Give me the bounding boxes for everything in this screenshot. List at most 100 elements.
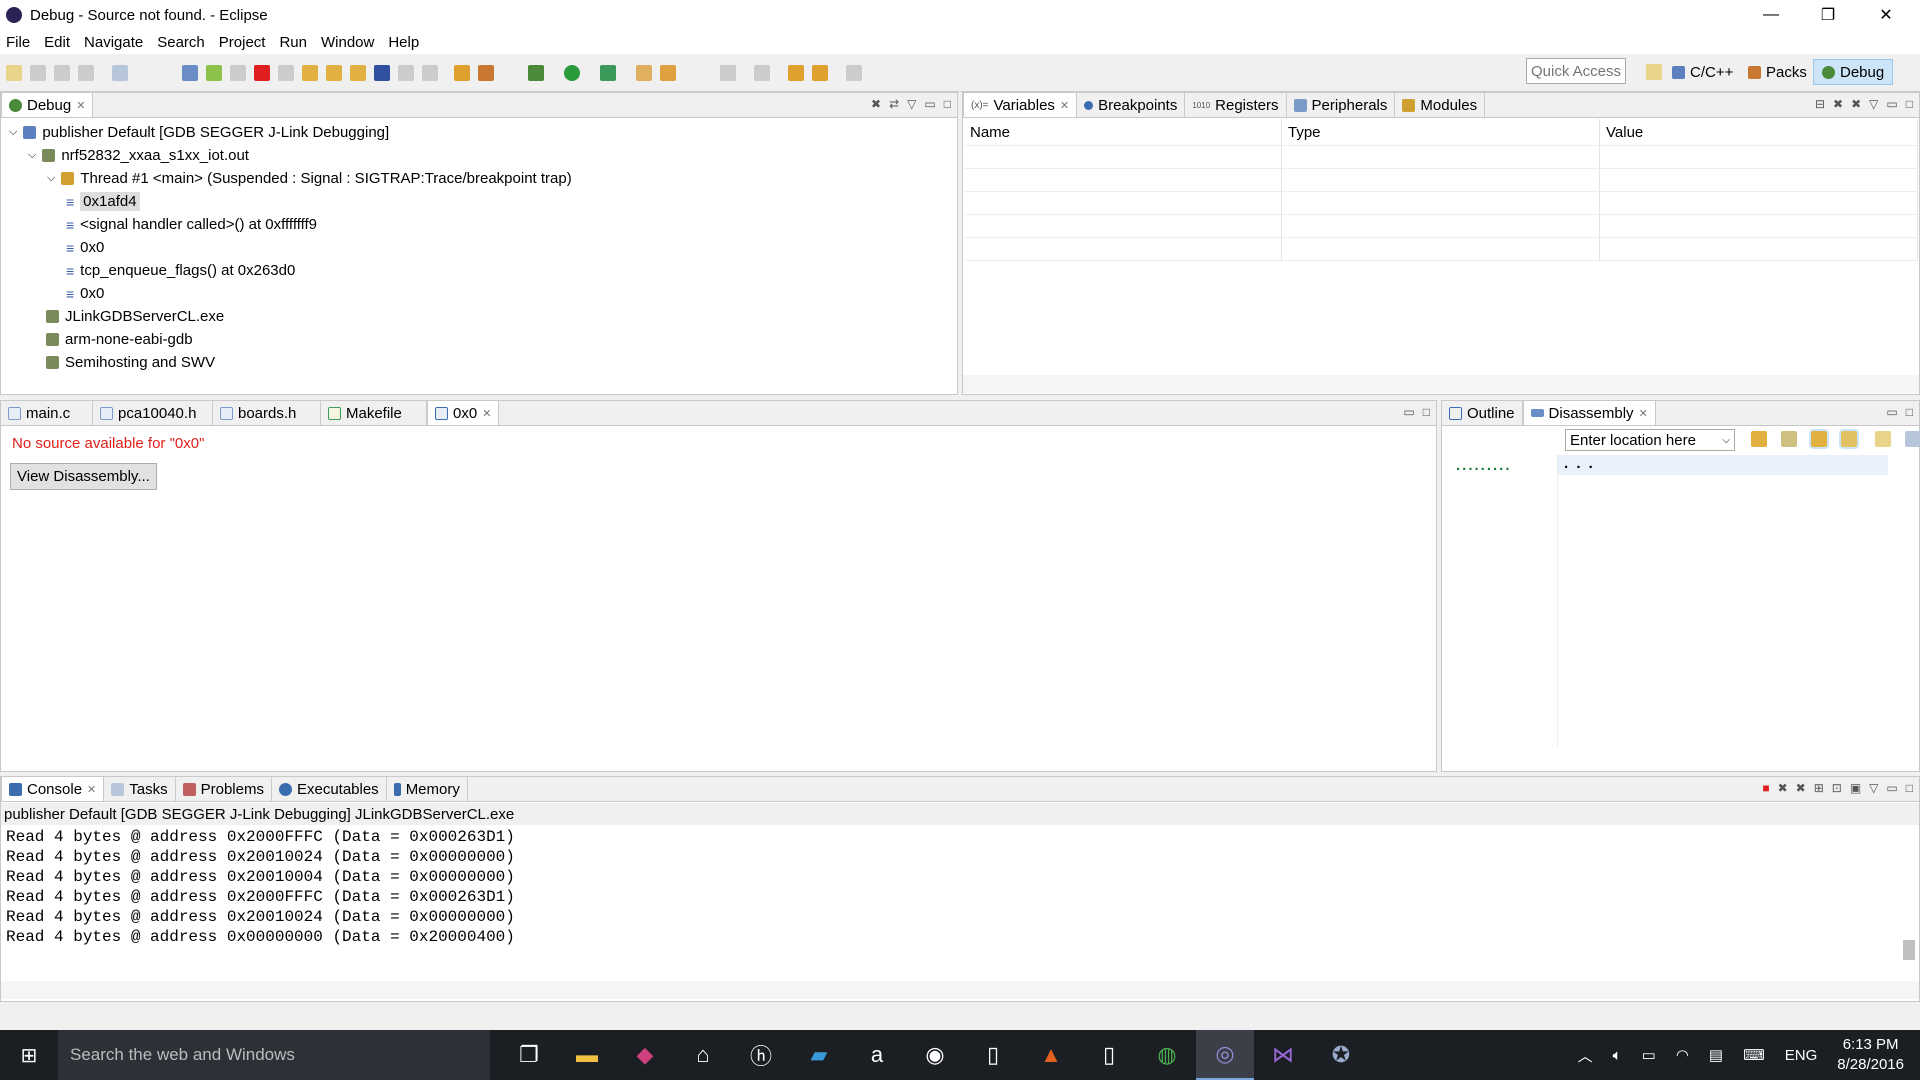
tree-item[interactable]: JLinkGDBServerCL.exe: [28, 305, 224, 328]
new-icon[interactable]: [6, 64, 22, 81]
collapse-all-icon[interactable]: ⊟: [1815, 97, 1825, 111]
tab-breakpoints[interactable]: Breakpoints: [1077, 93, 1186, 117]
tab-peripherals[interactable]: Peripherals: [1287, 93, 1396, 117]
tab-0x0[interactable]: 0x0 ✕: [427, 400, 500, 425]
paint-app-icon[interactable]: ◆: [616, 1030, 674, 1080]
perspective-packs[interactable]: Packs: [1748, 60, 1807, 84]
packs-icon[interactable]: [478, 64, 494, 81]
menu-edit[interactable]: Edit: [44, 34, 70, 51]
prev-annotation-icon[interactable]: [754, 64, 770, 81]
tab-pca10040-h[interactable]: pca10040.h: [93, 401, 213, 425]
minimize-view-icon[interactable]: ▭: [924, 97, 935, 111]
minimize-view-icon[interactable]: ▭: [1886, 781, 1897, 795]
skip-breakpoints-icon[interactable]: [182, 64, 198, 81]
tree-item[interactable]: ≡ 0x0: [66, 236, 104, 259]
suspend-icon[interactable]: [230, 64, 246, 81]
binary-icon[interactable]: [112, 64, 128, 81]
open-folder-icon[interactable]: [636, 64, 652, 81]
maximize-view-icon[interactable]: □: [1906, 781, 1913, 795]
tree-item[interactable]: Semihosting and SWV: [28, 351, 215, 374]
taskbar-search[interactable]: Search the web and Windows: [58, 1030, 490, 1080]
remove-all-icon[interactable]: ✖: [1851, 97, 1861, 111]
menu-navigate[interactable]: Navigate: [84, 34, 143, 51]
tab-tasks[interactable]: Tasks: [104, 777, 176, 801]
home-icon[interactable]: [1781, 431, 1797, 447]
minimize-button[interactable]: —: [1743, 0, 1799, 30]
disconnect-icon[interactable]: [278, 64, 294, 81]
back-icon[interactable]: [812, 64, 828, 81]
tree-item[interactable]: ≡ 0x1afd4: [66, 190, 140, 213]
step-over-icon[interactable]: [326, 64, 342, 81]
hp-app-icon[interactable]: ⓗ: [732, 1030, 790, 1080]
instruction-stepping-icon[interactable]: [374, 64, 390, 81]
forward-icon[interactable]: [846, 64, 862, 81]
wifi-icon[interactable]: ◠: [1676, 1046, 1689, 1064]
tab-console[interactable]: Console ✕: [1, 776, 105, 801]
refresh-icon[interactable]: [1751, 431, 1767, 447]
view-menu-icon[interactable]: ▽: [907, 97, 916, 111]
pin-icon[interactable]: [1905, 431, 1920, 447]
tab-boards-h[interactable]: boards.h: [213, 401, 321, 425]
store-app-icon[interactable]: ▰: [790, 1030, 848, 1080]
remove-all-icon[interactable]: ✖: [1796, 781, 1806, 795]
tab-registers[interactable]: 1010 Registers: [1185, 93, 1287, 117]
step-return-icon[interactable]: [350, 64, 366, 81]
tab-problems[interactable]: Problems: [176, 777, 272, 801]
column-type[interactable]: Type: [1282, 119, 1600, 145]
tree-item[interactable]: ≡ <signal handler called>() at 0xfffffff9: [66, 213, 317, 236]
eclipse-app-icon[interactable]: ◎: [1196, 1030, 1254, 1080]
close-tab-icon[interactable]: ✕: [87, 783, 96, 796]
restore-button[interactable]: ❐: [1800, 0, 1856, 30]
search-tool-icon[interactable]: [660, 64, 676, 81]
menu-help[interactable]: Help: [388, 34, 419, 51]
new-view-icon[interactable]: [1875, 431, 1891, 447]
run-icon[interactable]: [564, 64, 580, 81]
maximize-view-icon[interactable]: □: [1423, 405, 1430, 419]
menu-project[interactable]: Project: [219, 34, 266, 51]
close-tab-icon[interactable]: ✕: [1639, 407, 1648, 420]
chrome-app-icon[interactable]: ◍: [1138, 1030, 1196, 1080]
expand-chevron-icon[interactable]: ⌵: [28, 149, 36, 162]
drop-to-frame-icon[interactable]: [398, 64, 414, 81]
terminate-icon[interactable]: [254, 64, 270, 81]
restart-icon[interactable]: [454, 64, 470, 81]
maximize-view-icon[interactable]: □: [1906, 97, 1913, 111]
perspective-cpp[interactable]: C/C++: [1672, 60, 1733, 84]
action-center-icon[interactable]: ▤: [1709, 1046, 1723, 1064]
tab-makefile[interactable]: Makefile: [321, 401, 427, 425]
vertical-scrollbar[interactable]: [1897, 455, 1915, 747]
menu-window[interactable]: Window: [321, 34, 374, 51]
print-icon[interactable]: [78, 64, 94, 81]
display-console-icon[interactable]: ▣: [1850, 781, 1861, 795]
tab-disassembly[interactable]: Disassembly ✕: [1522, 400, 1656, 425]
tab-executables[interactable]: Executables: [272, 777, 387, 801]
save-icon[interactable]: [30, 64, 46, 81]
terminate-icon[interactable]: ■: [1762, 781, 1769, 795]
collapse-icon[interactable]: ⇄: [889, 97, 899, 111]
step-into-icon[interactable]: [302, 64, 318, 81]
close-tab-icon[interactable]: ✕: [1060, 99, 1069, 112]
maximize-view-icon[interactable]: □: [1906, 405, 1913, 419]
vertical-scrollbar[interactable]: [1899, 827, 1917, 977]
tree-item[interactable]: ≡ tcp_enqueue_flags() at 0x263d0: [66, 259, 295, 282]
minimize-view-icon[interactable]: ▭: [1886, 97, 1897, 111]
expand-chevron-icon[interactable]: ⌵: [47, 172, 55, 185]
document-app-icon[interactable]: ▯: [1080, 1030, 1138, 1080]
language-indicator[interactable]: ENG: [1785, 1047, 1818, 1064]
pin-console-icon[interactable]: ⊡: [1832, 781, 1842, 795]
visual-studio-app-icon[interactable]: ⋈: [1254, 1030, 1312, 1080]
file-explorer-icon[interactable]: ▬: [558, 1030, 616, 1080]
notepad-app-icon[interactable]: ▯: [964, 1030, 1022, 1080]
close-button[interactable]: ✕: [1858, 0, 1914, 30]
next-annotation-icon[interactable]: [720, 64, 736, 81]
tree-item[interactable]: ⌵ publisher Default [GDB SEGGER J-Link De…: [9, 121, 389, 144]
view-menu-icon[interactable]: ▽: [1869, 97, 1878, 111]
column-value[interactable]: Value: [1600, 119, 1918, 145]
tree-item[interactable]: ⌵ nrf52832_xxaa_s1xx_iot.out: [28, 144, 249, 167]
resume-icon[interactable]: [206, 64, 222, 81]
tab-debug[interactable]: Debug ✕: [1, 92, 94, 117]
ide-app-icon[interactable]: ✪: [1312, 1030, 1370, 1080]
tree-item[interactable]: ⌵ Thread #1 <main> (Suspended : Signal : …: [47, 167, 572, 190]
external-tools-icon[interactable]: [600, 64, 616, 81]
link-with-debug-icon[interactable]: [1809, 429, 1829, 449]
